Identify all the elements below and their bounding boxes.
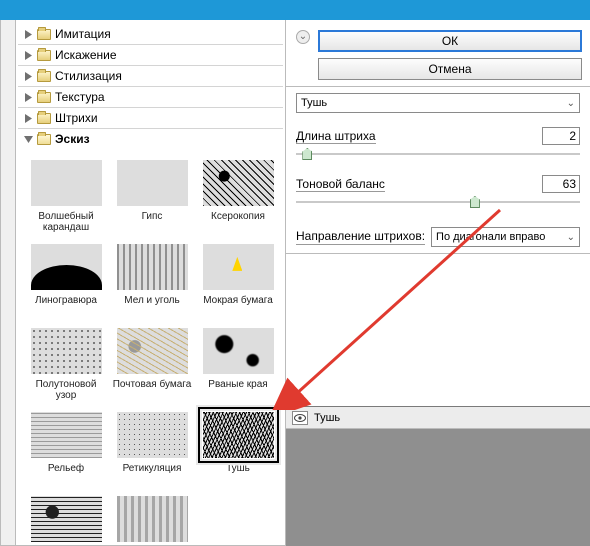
thumb-preview [30, 411, 103, 459]
thumb-label: Ксерокопия [198, 211, 278, 233]
thumb-label: Рваные края [198, 379, 278, 401]
thumb-bas-relief[interactable]: Рельеф [26, 411, 106, 485]
folder-icon [37, 71, 51, 82]
filter-thumbnail-grid: Волшебный карандаш Гипс Ксерокопия Линог… [16, 153, 285, 545]
thumb-preview [202, 243, 275, 291]
tone-balance-input[interactable] [542, 175, 580, 193]
tree-item-label: Имитация [55, 27, 111, 41]
disclosure-down-icon [24, 135, 33, 144]
thumb-preview [116, 495, 189, 543]
thumb-reticulation[interactable]: Ретикуляция [112, 411, 192, 485]
thumb-note-paper[interactable]: Почтовая бумага [112, 327, 192, 401]
filter-select-dropdown[interactable]: Тушь ⌄ [296, 93, 580, 113]
disclosure-right-icon [24, 114, 33, 123]
effect-layer-row[interactable]: Тушь [286, 407, 590, 429]
thumb-label: Почтовая бумага [112, 379, 192, 401]
thumb-photocopy[interactable]: Ксерокопия [198, 159, 278, 233]
dropdown-value: По диагонали вправо [436, 231, 545, 243]
slider-handle[interactable] [302, 148, 312, 160]
thumb-label: Волшебный карандаш [26, 211, 106, 233]
thumb-graphic-pen[interactable]: Тушь [198, 411, 278, 485]
tree-item-label: Искажение [55, 48, 117, 62]
tree-item-texture[interactable]: Текстура [18, 87, 283, 107]
filter-category-tree: Имитация Искажение Стилизация Текстура Ш [16, 20, 285, 153]
thumb-chrome[interactable]: Хром [112, 495, 192, 545]
slider-track [296, 153, 580, 155]
folder-icon [37, 29, 51, 40]
ok-button[interactable]: ОК [318, 30, 582, 52]
dropdown-value: Тушь [301, 97, 327, 109]
thumb-label: Линогравюра [26, 295, 106, 317]
tree-item-distort[interactable]: Искажение [18, 45, 283, 65]
folder-icon [37, 113, 51, 124]
thumb-label: Рельеф [26, 463, 106, 485]
chevron-down-icon: ⌄ [567, 232, 575, 243]
thumb-preview [202, 159, 275, 207]
disclosure-right-icon [24, 51, 33, 60]
thumb-preview [116, 243, 189, 291]
thumb-preview [30, 243, 103, 291]
thumb-halftone-pattern[interactable]: Полутоновой узор [26, 327, 106, 401]
disclosure-right-icon [24, 93, 33, 102]
thumb-label: Тушь [198, 463, 278, 485]
stroke-length-slider[interactable] [296, 147, 580, 161]
thumb-preview [202, 327, 275, 375]
tree-item-imitation[interactable]: Имитация [18, 24, 283, 44]
thumb-label: Ретикуляция [112, 463, 192, 485]
left-gutter [0, 20, 16, 546]
slider-track [296, 201, 580, 203]
tree-item-label: Текстура [55, 90, 105, 104]
tree-item-label: Эскиз [55, 132, 90, 146]
thumb-plaster[interactable]: Гипс [112, 159, 192, 233]
tree-item-label: Стилизация [55, 69, 122, 83]
stroke-direction-label: Направление штрихов: [296, 229, 425, 245]
filter-gallery-panel: Имитация Искажение Стилизация Текстура Ш [16, 20, 286, 546]
disclosure-right-icon [24, 30, 33, 39]
effect-layer-name: Тушь [314, 412, 340, 424]
thumb-preview [116, 159, 189, 207]
folder-open-icon [37, 134, 51, 145]
tree-item-sketch[interactable]: Эскиз [18, 129, 283, 149]
chevron-down-icon: ⌄ [567, 98, 575, 109]
tone-balance-slider[interactable] [296, 195, 580, 209]
thumb-preview [30, 495, 103, 543]
visibility-eye-icon[interactable] [292, 411, 308, 425]
folder-icon [37, 92, 51, 103]
stroke-direction-dropdown[interactable]: По диагонали вправо ⌄ [431, 227, 580, 247]
thumb-preview [116, 327, 189, 375]
thumb-preview [30, 327, 103, 375]
thumb-preview [116, 411, 189, 459]
thumb-charcoal[interactable]: Уголь [26, 495, 106, 545]
effect-layers-body [286, 429, 590, 546]
slider-handle[interactable] [470, 196, 480, 208]
stroke-length-input[interactable] [542, 127, 580, 145]
thumb-label: Гипс [112, 211, 192, 233]
thumb-chalk-charcoal[interactable]: Мел и уголь [112, 243, 192, 317]
effect-layers-panel: Тушь [286, 406, 590, 546]
thumb-linocut[interactable]: Линогравюра [26, 243, 106, 317]
tone-balance-label: Тоновой баланс [296, 177, 385, 192]
thumb-conte-crayon[interactable]: Волшебный карандаш [26, 159, 106, 233]
thumb-label: Полутоновой узор [26, 379, 106, 401]
folder-icon [37, 50, 51, 61]
window-titlebar [0, 0, 590, 20]
thumb-preview [30, 159, 103, 207]
stroke-length-label: Длина штриха [296, 129, 376, 144]
cancel-button[interactable]: Отмена [318, 58, 582, 80]
expand-toggle-icon[interactable]: ⌄ [296, 30, 310, 44]
thumb-torn-edges[interactable]: Рваные края [198, 327, 278, 401]
thumb-water-paper[interactable]: Мокрая бумага [198, 243, 278, 317]
thumb-preview [202, 411, 275, 459]
thumb-label: Мокрая бумага [198, 295, 278, 317]
tree-item-stylize[interactable]: Стилизация [18, 66, 283, 86]
tree-item-strokes[interactable]: Штрихи [18, 108, 283, 128]
tree-item-label: Штрихи [55, 111, 98, 125]
filter-settings-panel: ⌄ ОК Отмена Тушь ⌄ Длина штриха [286, 20, 590, 546]
thumb-label: Мел и уголь [112, 295, 192, 317]
disclosure-right-icon [24, 72, 33, 81]
